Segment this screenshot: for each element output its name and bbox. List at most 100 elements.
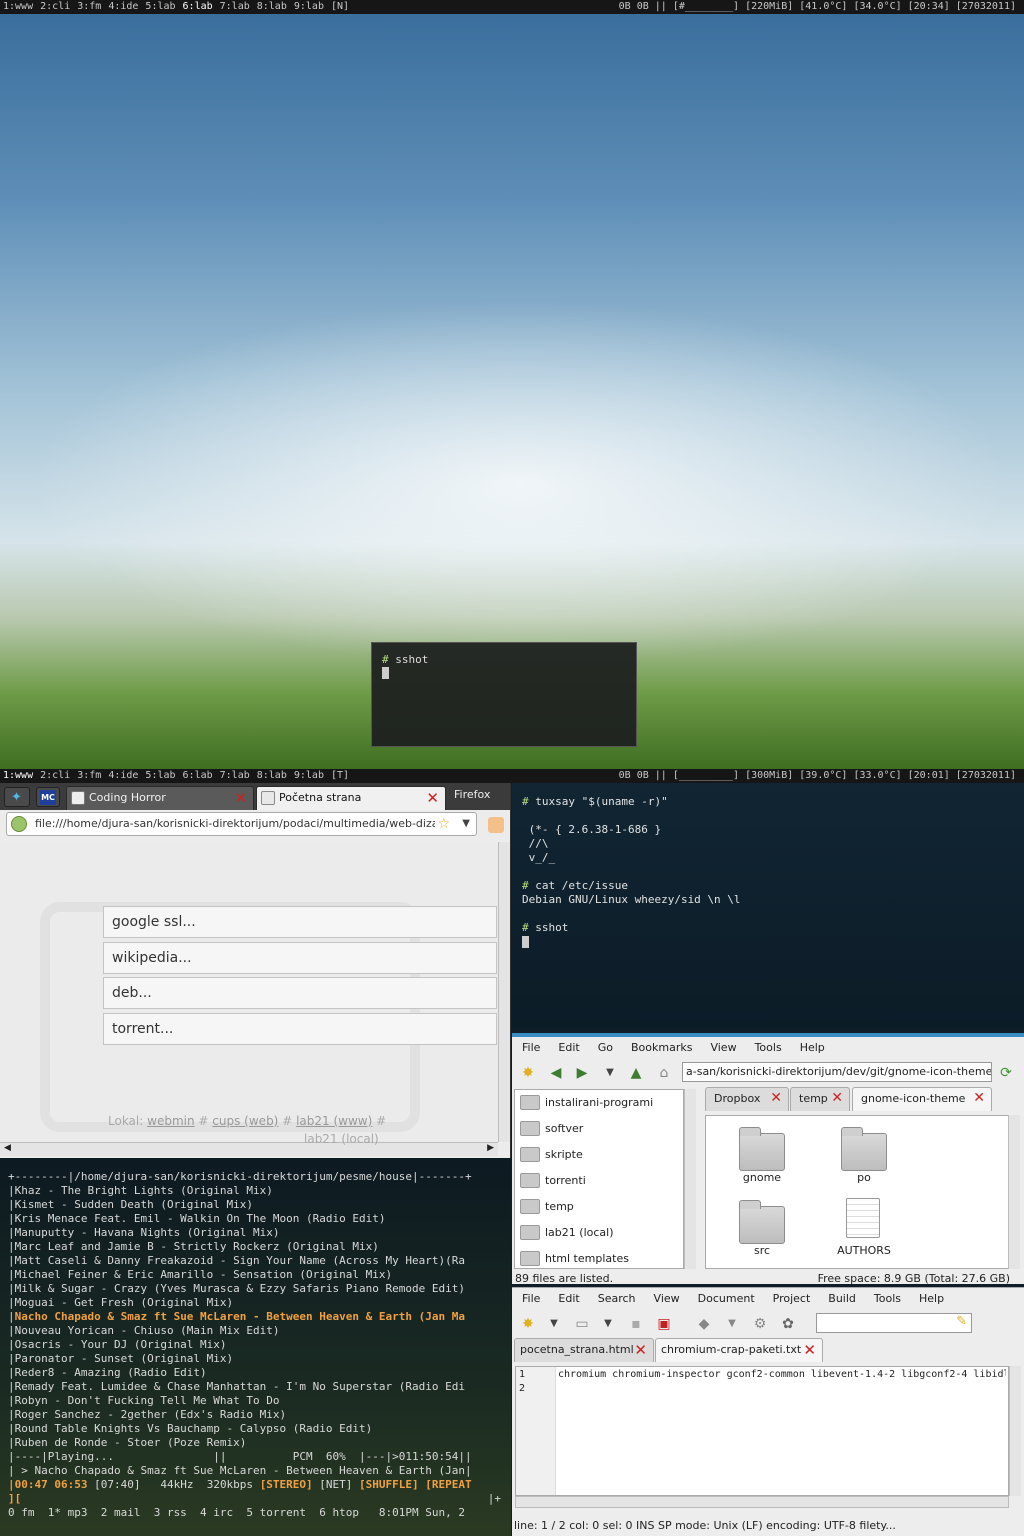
scroll-right-icon[interactable]: ▶ (487, 1143, 494, 1153)
link-lab21-local[interactable]: lab21 (local) (304, 1132, 379, 1146)
close-tab-icon[interactable]: ✕ (770, 1089, 782, 1107)
save-all-icon[interactable]: ▣ (656, 1316, 672, 1332)
file-label[interactable]: po (824, 1171, 904, 1184)
sidebar-item[interactable]: softver (515, 1116, 683, 1142)
playlist-track[interactable]: |Round Table Knights Vs Bauchamp - Calyp… (8, 1422, 503, 1436)
playlist-track[interactable]: |Roger Sanchez - 2gether (Edx's Radio Mi… (8, 1408, 503, 1422)
sidebar-item[interactable]: lab21 (local) (515, 1220, 683, 1246)
path-input[interactable]: a-san/korisnicki-direktorijum/dev/git/gn… (682, 1062, 992, 1082)
playlist-track[interactable]: |Kismet - Sudden Death (Original Mix) (8, 1198, 503, 1212)
mc-pinned-tab[interactable]: MC (36, 787, 60, 807)
close-tab-icon[interactable]: ✕ (634, 1341, 647, 1359)
workspace-4[interactable]: 4:ide (105, 769, 142, 783)
scroll-left-icon[interactable]: ◀ (4, 1143, 11, 1153)
menu-help[interactable]: Help (919, 1292, 944, 1305)
speed-dial-deb[interactable]: deb... (103, 977, 497, 1009)
close-tab-icon[interactable]: ✕ (234, 789, 247, 807)
workspace-9[interactable]: 9:lab (291, 0, 328, 14)
playlist-track[interactable]: |Osacris - Your DJ (Original Mix) (8, 1338, 503, 1352)
playlist-track[interactable]: |Ruben de Ronde - Stoer (Poze Remix) (8, 1436, 503, 1450)
workspace-7[interactable]: 7:lab (217, 769, 254, 783)
workspace-6[interactable]: 6:lab (180, 769, 217, 783)
menu-edit[interactable]: Edit (558, 1041, 579, 1054)
home-icon[interactable]: ⌂ (656, 1065, 672, 1081)
playlist-track[interactable]: |Kris Menace Feat. Emil - Walkin On The … (8, 1212, 503, 1226)
playlist-track[interactable]: |Milk & Sugar - Crazy (Yves Murasca & Ez… (8, 1282, 503, 1296)
speed-dial-torrent[interactable]: torrent... (103, 1013, 497, 1045)
playlist-track[interactable]: |Paronator - Sunset (Original Mix) (8, 1352, 503, 1366)
tab-pocetna-strana[interactable]: Početna strana ✕ (256, 786, 446, 810)
workspace-6[interactable]: 6:lab (180, 0, 217, 14)
folder-icon[interactable] (739, 1127, 785, 1171)
twitter-pinned-tab[interactable]: ✦ (4, 787, 30, 807)
link-lab21-www[interactable]: lab21 (www) (296, 1114, 372, 1128)
file-label[interactable]: AUTHORS (824, 1244, 904, 1257)
workspace-1[interactable]: 1:www (0, 769, 37, 783)
speed-dial-wikipedia[interactable]: wikipedia... (103, 942, 497, 974)
sidebar-item[interactable]: html templates (515, 1246, 683, 1268)
link-cups[interactable]: cups (web) (212, 1114, 278, 1128)
search-input[interactable]: ✎ (816, 1313, 972, 1333)
menu-search[interactable]: Search (598, 1292, 636, 1305)
menu-go[interactable]: Go (598, 1041, 613, 1054)
menu-view[interactable]: View (710, 1041, 736, 1054)
workspace-1[interactable]: 1:www (0, 0, 37, 14)
new-chevron-icon[interactable]: ▼ (546, 1316, 562, 1332)
build-chevron-icon[interactable]: ▼ (724, 1316, 740, 1332)
close-tab-icon[interactable]: ✕ (831, 1089, 843, 1107)
editor-tab-chromium[interactable]: chromium-crap-paketi.txt ✕ (655, 1338, 823, 1362)
back-arrow-icon[interactable]: ◀ (548, 1065, 564, 1081)
playlist-track[interactable]: |Manuputty - Havana Nights (Original Mix… (8, 1226, 503, 1240)
url-bar[interactable]: file:///home/djura-san/korisnicki-direkt… (6, 812, 477, 836)
playlist-track[interactable]: |Robyn - Don't Fucking Tell Me What To D… (8, 1394, 503, 1408)
history-chevron-icon[interactable]: ▼ (602, 1065, 618, 1081)
playlist-track[interactable]: |Moguai - Get Fresh (Original Mix) (8, 1296, 503, 1310)
menu-project[interactable]: Project (773, 1292, 811, 1305)
menu-file[interactable]: File (522, 1292, 540, 1305)
speed-dial-google-ssl[interactable]: google ssl... (103, 906, 497, 938)
dropdown-chevron-icon[interactable]: ▼ (460, 813, 472, 835)
menu-tools[interactable]: Tools (755, 1041, 782, 1054)
reload-icon[interactable]: ⟳ (998, 1065, 1014, 1081)
clear-broom-icon[interactable]: ✎ (956, 1314, 967, 1329)
link-webmin[interactable]: webmin (147, 1114, 194, 1128)
fm-tab-dropbox[interactable]: Dropbox ✕ (705, 1087, 789, 1111)
text-file-icon[interactable] (846, 1198, 880, 1238)
playlist-track[interactable]: |Matt Caseli & Danny Freakazoid - Sign Y… (8, 1254, 503, 1268)
close-tab-icon[interactable]: ✕ (426, 789, 439, 807)
bookmark-star-icon[interactable]: ☆ (435, 813, 452, 835)
workspace-4[interactable]: 4:ide (105, 0, 142, 14)
sidebar-item[interactable]: skripte (515, 1142, 683, 1168)
editor-hscroll[interactable] (515, 1496, 1009, 1508)
workspace-10[interactable]: [T] (328, 769, 353, 783)
menu-tools[interactable]: Tools (874, 1292, 901, 1305)
sidebar-scrollbar[interactable] (684, 1089, 696, 1269)
workspace-3[interactable]: 3:fm (74, 769, 105, 783)
close-tab-icon[interactable]: ✕ (973, 1089, 985, 1107)
file-view-scrollbar[interactable] (1008, 1115, 1020, 1269)
tab-coding-horror[interactable]: Coding Horror ✕ (66, 786, 254, 810)
file-label[interactable]: gnome (722, 1171, 802, 1184)
forward-arrow-icon[interactable]: ▶ (574, 1065, 590, 1081)
playlist-track[interactable]: |Michael Feiner & Eric Amarillo - Sensat… (8, 1268, 503, 1282)
playlist-track[interactable]: |Nacho Chapado & Smaz ft Sue McLaren - B… (8, 1310, 503, 1324)
save-icon[interactable]: ▪ (628, 1316, 644, 1332)
menu-view[interactable]: View (654, 1292, 680, 1305)
workspace-2[interactable]: 2:cli (37, 769, 74, 783)
workspace-9[interactable]: 9:lab (291, 769, 328, 783)
playlist-track[interactable]: |Reder8 - Amazing (Radio Edit) (8, 1366, 503, 1380)
playlist-track[interactable]: |Marc Leaf and Jamie B - Strictly Rocker… (8, 1240, 503, 1254)
up-arrow-icon[interactable]: ▲ (628, 1065, 644, 1081)
sidebar-item[interactable]: torrenti (515, 1168, 683, 1194)
menu-bookmarks[interactable]: Bookmarks (631, 1041, 692, 1054)
menu-help[interactable]: Help (800, 1041, 825, 1054)
menu-document[interactable]: Document (698, 1292, 755, 1305)
editor-vscroll[interactable] (1009, 1366, 1021, 1496)
fm-tab-temp[interactable]: temp ✕ (790, 1087, 850, 1111)
folder-icon[interactable] (739, 1200, 785, 1244)
fm-tab-gnome-icon-theme[interactable]: gnome-icon-theme ✕ (852, 1087, 992, 1111)
menu-build[interactable]: Build (828, 1292, 856, 1305)
workspace-10[interactable]: [N] (328, 0, 353, 14)
workspace-8[interactable]: 8:lab (254, 0, 291, 14)
workspace-3[interactable]: 3:fm (74, 0, 105, 14)
